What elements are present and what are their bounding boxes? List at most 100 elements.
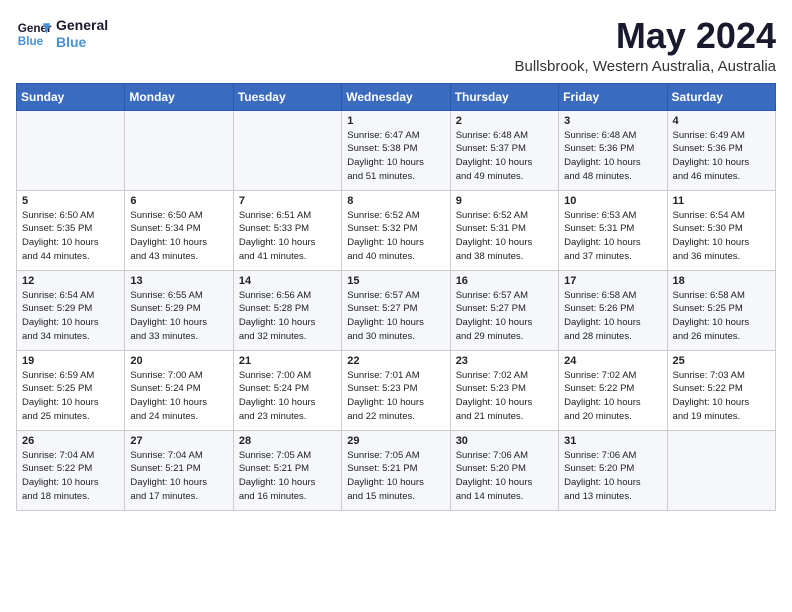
- header-wednesday: Wednesday: [342, 83, 450, 110]
- day-number: 17: [564, 275, 661, 287]
- day-number: 7: [239, 195, 336, 207]
- day-number: 5: [22, 195, 119, 207]
- calendar-cell: 30Sunrise: 7:06 AMSunset: 5:20 PMDayligh…: [450, 430, 558, 510]
- day-info: Sunrise: 7:06 AMSunset: 5:20 PMDaylight:…: [456, 449, 553, 504]
- calendar-cell: [125, 110, 233, 190]
- day-info: Sunrise: 6:52 AMSunset: 5:31 PMDaylight:…: [456, 209, 553, 264]
- day-info: Sunrise: 6:58 AMSunset: 5:26 PMDaylight:…: [564, 289, 661, 344]
- day-number: 26: [22, 435, 119, 447]
- calendar-cell: 26 Sunrise: 7:04 AMSunset: 5:22 PMDayligh…: [17, 430, 125, 510]
- day-info: Sunrise: 6:50 AMSunset: 5:35 PMDaylight:…: [22, 209, 119, 264]
- day-info: Sunrise: 6:48 AMSunset: 5:36 PMDaylight:…: [564, 129, 661, 184]
- calendar-cell: 19 Sunrise: 6:59 AMSunset: 5:25 PMDayligh…: [17, 350, 125, 430]
- day-info: Sunrise: 7:01 AMSunset: 5:23 PMDaylight:…: [347, 369, 444, 424]
- header-thursday: Thursday: [450, 83, 558, 110]
- day-number: 3: [564, 115, 661, 127]
- logo-line1: General: [56, 17, 108, 34]
- day-info: Sunrise: 6:54 AMSunset: 5:30 PMDaylight:…: [673, 209, 770, 264]
- day-number: 12: [22, 275, 119, 287]
- week-row-2: 5 Sunrise: 6:50 AMSunset: 5:35 PMDaylight…: [17, 190, 776, 270]
- day-info: Sunrise: 7:00 AMSunset: 5:24 PMDaylight:…: [130, 369, 227, 424]
- day-info: Sunrise: 7:05 AMSunset: 5:21 PMDaylight:…: [347, 449, 444, 504]
- day-info: Sunrise: 6:55 AMSunset: 5:29 PMDaylight:…: [130, 289, 227, 344]
- calendar-cell: 21Sunrise: 7:00 AMSunset: 5:24 PMDayligh…: [233, 350, 341, 430]
- day-number: 11: [673, 195, 770, 207]
- calendar-cell: [667, 430, 775, 510]
- calendar-cell: 17 Sunrise: 6:58 AMSunset: 5:26 PMDayligh…: [559, 270, 667, 350]
- day-info: Sunrise: 6:52 AMSunset: 5:32 PMDaylight:…: [347, 209, 444, 264]
- calendar-cell: 9 Sunrise: 6:52 AMSunset: 5:31 PMDaylight…: [450, 190, 558, 270]
- calendar-cell: 6 Sunrise: 6:50 AMSunset: 5:34 PMDaylight…: [125, 190, 233, 270]
- location: Bullsbrook, Western Australia, Australia: [514, 58, 776, 75]
- day-info: Sunrise: 6:59 AMSunset: 5:25 PMDaylight:…: [22, 369, 119, 424]
- week-row-4: 19 Sunrise: 6:59 AMSunset: 5:25 PMDayligh…: [17, 350, 776, 430]
- calendar-cell: 15 Sunrise: 6:57 AMSunset: 5:27 PMDayligh…: [342, 270, 450, 350]
- header-friday: Friday: [559, 83, 667, 110]
- day-number: 4: [673, 115, 770, 127]
- month-title: May 2024: [514, 16, 776, 56]
- calendar-cell: 22Sunrise: 7:01 AMSunset: 5:23 PMDayligh…: [342, 350, 450, 430]
- day-number: 23: [456, 355, 553, 367]
- calendar-cell: 11 Sunrise: 6:54 AMSunset: 5:30 PMDayligh…: [667, 190, 775, 270]
- header-tuesday: Tuesday: [233, 83, 341, 110]
- calendar-cell: 24 Sunrise: 7:02 AMSunset: 5:22 PMDayligh…: [559, 350, 667, 430]
- calendar-cell: 10 Sunrise: 6:53 AMSunset: 5:31 PMDayligh…: [559, 190, 667, 270]
- day-info: Sunrise: 6:47 AMSunset: 5:38 PMDaylight:…: [347, 129, 444, 184]
- day-number: 18: [673, 275, 770, 287]
- day-number: 25: [673, 355, 770, 367]
- day-number: 31: [564, 435, 661, 447]
- header-saturday: Saturday: [667, 83, 775, 110]
- logo: General Blue General Blue: [16, 16, 108, 52]
- calendar-cell: 5 Sunrise: 6:50 AMSunset: 5:35 PMDaylight…: [17, 190, 125, 270]
- calendar-cell: 31 Sunrise: 7:06 AMSunset: 5:20 PMDayligh…: [559, 430, 667, 510]
- header-sunday: Sunday: [17, 83, 125, 110]
- calendar-cell: 25 Sunrise: 7:03 AMSunset: 5:22 PMDayligh…: [667, 350, 775, 430]
- calendar-cell: 4Sunrise: 6:49 AMSunset: 5:36 PMDaylight…: [667, 110, 775, 190]
- page-header: General Blue General Blue May 2024 Bulls…: [16, 16, 776, 75]
- logo-line2: Blue: [56, 34, 108, 51]
- day-info: Sunrise: 6:48 AMSunset: 5:37 PMDaylight:…: [456, 129, 553, 184]
- calendar-cell: 27 Sunrise: 7:04 AMSunset: 5:21 PMDayligh…: [125, 430, 233, 510]
- logo-icon: General Blue: [16, 16, 52, 52]
- day-info: Sunrise: 7:02 AMSunset: 5:22 PMDaylight:…: [564, 369, 661, 424]
- day-info: Sunrise: 6:58 AMSunset: 5:25 PMDaylight:…: [673, 289, 770, 344]
- day-info: Sunrise: 7:05 AMSunset: 5:21 PMDaylight:…: [239, 449, 336, 504]
- calendar-cell: 12 Sunrise: 6:54 AMSunset: 5:29 PMDayligh…: [17, 270, 125, 350]
- calendar-cell: 28 Sunrise: 7:05 AMSunset: 5:21 PMDayligh…: [233, 430, 341, 510]
- day-number: 6: [130, 195, 227, 207]
- calendar-cell: 16Sunrise: 6:57 AMSunset: 5:27 PMDayligh…: [450, 270, 558, 350]
- day-number: 1: [347, 115, 444, 127]
- calendar-table: SundayMondayTuesdayWednesdayThursdayFrid…: [16, 83, 776, 511]
- day-info: Sunrise: 6:50 AMSunset: 5:34 PMDaylight:…: [130, 209, 227, 264]
- day-number: 9: [456, 195, 553, 207]
- day-number: 27: [130, 435, 227, 447]
- day-info: Sunrise: 7:04 AMSunset: 5:21 PMDaylight:…: [130, 449, 227, 504]
- day-number: 15: [347, 275, 444, 287]
- header-monday: Monday: [125, 83, 233, 110]
- day-number: 10: [564, 195, 661, 207]
- week-row-3: 12 Sunrise: 6:54 AMSunset: 5:29 PMDayligh…: [17, 270, 776, 350]
- day-info: Sunrise: 6:51 AMSunset: 5:33 PMDaylight:…: [239, 209, 336, 264]
- calendar-cell: 7 Sunrise: 6:51 AMSunset: 5:33 PMDaylight…: [233, 190, 341, 270]
- calendar-cell: [233, 110, 341, 190]
- calendar-cell: [17, 110, 125, 190]
- week-row-5: 26 Sunrise: 7:04 AMSunset: 5:22 PMDayligh…: [17, 430, 776, 510]
- day-info: Sunrise: 7:04 AMSunset: 5:22 PMDaylight:…: [22, 449, 119, 504]
- day-number: 8: [347, 195, 444, 207]
- calendar-cell: 3 Sunrise: 6:48 AMSunset: 5:36 PMDaylight…: [559, 110, 667, 190]
- day-number: 21: [239, 355, 336, 367]
- day-number: 14: [239, 275, 336, 287]
- day-info: Sunrise: 6:53 AMSunset: 5:31 PMDaylight:…: [564, 209, 661, 264]
- day-number: 13: [130, 275, 227, 287]
- day-info: Sunrise: 6:54 AMSunset: 5:29 PMDaylight:…: [22, 289, 119, 344]
- day-number: 28: [239, 435, 336, 447]
- day-info: Sunrise: 7:03 AMSunset: 5:22 PMDaylight:…: [673, 369, 770, 424]
- day-number: 20: [130, 355, 227, 367]
- day-number: 24: [564, 355, 661, 367]
- day-info: Sunrise: 6:57 AMSunset: 5:27 PMDaylight:…: [347, 289, 444, 344]
- calendar-cell: 8 Sunrise: 6:52 AMSunset: 5:32 PMDaylight…: [342, 190, 450, 270]
- day-info: Sunrise: 7:02 AMSunset: 5:23 PMDaylight:…: [456, 369, 553, 424]
- calendar-cell: 29Sunrise: 7:05 AMSunset: 5:21 PMDayligh…: [342, 430, 450, 510]
- day-info: Sunrise: 7:06 AMSunset: 5:20 PMDaylight:…: [564, 449, 661, 504]
- day-number: 19: [22, 355, 119, 367]
